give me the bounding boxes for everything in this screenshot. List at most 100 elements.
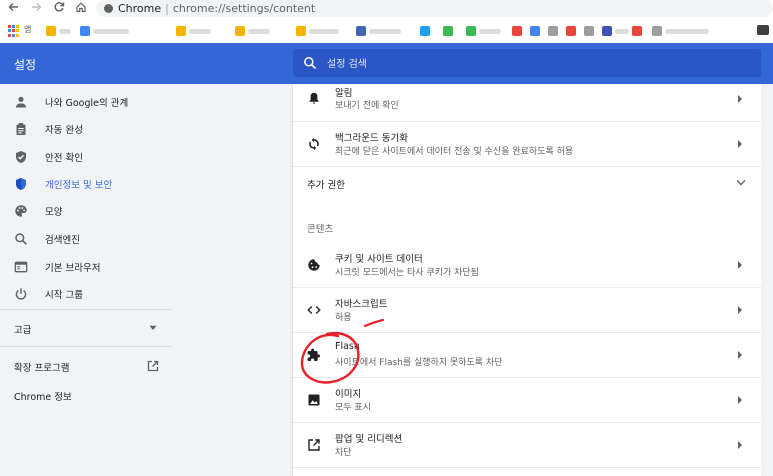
images-title: 이미지	[335, 389, 362, 400]
bookmark-item[interactable]	[548, 25, 558, 37]
bookmark-item[interactable]	[512, 25, 522, 37]
bookmark-item[interactable]	[296, 25, 339, 37]
arrow-right-icon	[738, 95, 742, 103]
notifications-row[interactable]: 알림 보내기 전에 확인	[293, 84, 761, 114]
bookmark-favicon	[46, 26, 56, 36]
settings-search[interactable]	[293, 49, 761, 77]
sidebar-item-label: 기본 브라우저	[45, 263, 101, 274]
arrow-right-icon	[738, 351, 742, 359]
images-subtitle: 모두 표시	[335, 403, 371, 413]
bookmark-favicon	[566, 26, 576, 36]
shield-icon	[16, 178, 26, 190]
bookmark-blurred-label	[665, 28, 709, 34]
images-row[interactable]: 이미지 모두 표시	[293, 378, 761, 422]
browser-toolbar: Chrome | chrome://settings/content 앱	[0, 0, 773, 43]
bookmark-item[interactable]	[443, 25, 453, 37]
address-url: Chrome | chrome://settings/content	[118, 0, 315, 17]
settings-header: 설정	[0, 43, 773, 84]
home-icon[interactable]	[73, 1, 89, 15]
bookmark-item[interactable]	[530, 25, 540, 37]
url-separator: |	[165, 2, 169, 15]
sidebar-item-default-browser[interactable]: 기본 브라우저	[0, 254, 172, 280]
bookmark-favicon	[602, 26, 612, 36]
reload-icon[interactable]	[51, 1, 67, 15]
sidebar-item-safety-check[interactable]: 안전 확인	[0, 144, 172, 170]
arrow-right-icon	[738, 396, 742, 404]
cookies-row[interactable]: 쿠키 및 사이트 데이터 시크릿 모드에서는 타사 쿠키가 차단됨	[293, 243, 761, 287]
content-section-heading: 콘텐츠	[307, 224, 334, 235]
sidebar-item-you-and-google[interactable]: 나와 Google의 관계	[0, 89, 172, 115]
bookmark-favicon	[512, 26, 522, 36]
sidebar-item-extensions[interactable]: 확장 프로그램	[14, 360, 69, 374]
sidebar-divider	[0, 346, 172, 347]
popups-subtitle: 차단	[335, 448, 352, 458]
search-icon	[15, 233, 27, 245]
caret-down-icon[interactable]	[149, 325, 157, 331]
sidebar-item-search-engine[interactable]: 검색엔진	[0, 226, 172, 252]
settings-search-input[interactable]	[325, 54, 749, 74]
popups-row[interactable]: 팝업 및 리디렉션 차단	[293, 423, 761, 467]
bookmark-favicon	[584, 26, 594, 36]
bookmarks-overflow-icon[interactable]	[757, 25, 769, 35]
bookmark-item[interactable]	[235, 25, 270, 37]
site-info-icon[interactable]	[104, 4, 113, 13]
sidebar-item-label: 검색엔진	[45, 235, 80, 246]
popups-title: 팝업 및 리디렉션	[335, 434, 403, 445]
bookmark-favicon	[652, 26, 662, 36]
bookmark-favicon	[466, 26, 476, 36]
bookmark-item[interactable]	[176, 25, 211, 37]
bookmarks-bar: 앱	[0, 21, 773, 41]
bookmarks-apps-label[interactable]: 앱	[24, 24, 31, 35]
flash-row[interactable]: Flash 사이트에서 Flash를 실행하지 못하도록 차단	[293, 333, 761, 377]
sidebar-item-label: 모양	[45, 207, 63, 218]
background-sync-title: 백그라운드 동기화	[335, 133, 408, 144]
settings-sidebar: 나와 Google의 관계 자동 완성 안전 확인 개인정보 및 보안 모양 검…	[0, 84, 172, 476]
sidebar-item-autofill[interactable]: 자동 완성	[0, 116, 172, 142]
puzzle-piece-icon	[307, 348, 320, 361]
url-host: Chrome	[118, 2, 162, 15]
flash-subtitle: 사이트에서 Flash를 실행하지 못하도록 차단	[335, 358, 503, 368]
additional-permissions-title: 추가 권한	[307, 180, 345, 191]
page-title: 설정	[14, 58, 37, 72]
additional-permissions-row[interactable]: 추가 권한	[293, 167, 761, 199]
search-icon	[304, 57, 317, 70]
javascript-row[interactable]: 자바스크립트 허용	[293, 288, 761, 332]
bookmark-item[interactable]	[632, 25, 642, 37]
sidebar-item-label: 나와 Google의 관계	[45, 98, 129, 109]
bookmark-blurred-label	[479, 28, 501, 34]
arrow-right-icon	[738, 306, 742, 314]
background-sync-row[interactable]: 백그라운드 동기화 최근에 닫은 사이트에서 데이터 전송 및 수신을 완료하도…	[293, 122, 761, 166]
cookies-title: 쿠키 및 사이트 데이터	[335, 254, 423, 265]
bookmark-item[interactable]	[466, 25, 501, 37]
bookmark-item[interactable]	[356, 25, 401, 37]
forward-arrow-icon[interactable]	[28, 1, 44, 15]
open-in-new-icon[interactable]	[147, 360, 159, 372]
row-divider	[293, 467, 761, 468]
bookmark-blurred-label	[615, 28, 629, 34]
bookmark-item[interactable]	[46, 25, 71, 37]
bookmark-blurred-label	[248, 28, 270, 34]
bookmark-blurred-label	[93, 28, 129, 34]
sidebar-item-about-chrome[interactable]: Chrome 정보	[14, 389, 72, 403]
bookmark-item[interactable]	[584, 25, 594, 37]
image-icon	[308, 394, 320, 406]
bookmark-blurred-label	[309, 28, 339, 34]
bookmark-item[interactable]	[566, 25, 576, 37]
sidebar-item-label: 시작 그룹	[45, 290, 83, 301]
bookmark-item[interactable]	[652, 25, 709, 37]
bookmark-item[interactable]	[80, 25, 129, 37]
sidebar-advanced-toggle[interactable]: 고급	[14, 322, 31, 336]
bookmark-item[interactable]	[420, 25, 430, 37]
bookmark-favicon	[530, 26, 540, 36]
sidebar-item-on-startup[interactable]: 시작 그룹	[0, 281, 172, 307]
sidebar-item-appearance[interactable]: 모양	[0, 198, 172, 224]
address-bar[interactable]: Chrome | chrome://settings/content	[96, 0, 773, 17]
chevron-down-icon[interactable]	[736, 179, 746, 187]
sidebar-item-privacy-security[interactable]: 개인정보 및 보안	[0, 171, 172, 197]
back-arrow-icon[interactable]	[6, 1, 22, 15]
apps-grid-icon[interactable]	[8, 25, 20, 37]
bookmark-favicon	[235, 26, 245, 36]
bookmark-item[interactable]	[602, 25, 629, 37]
arrow-right-icon	[738, 261, 742, 269]
shield-check-icon	[16, 151, 26, 163]
